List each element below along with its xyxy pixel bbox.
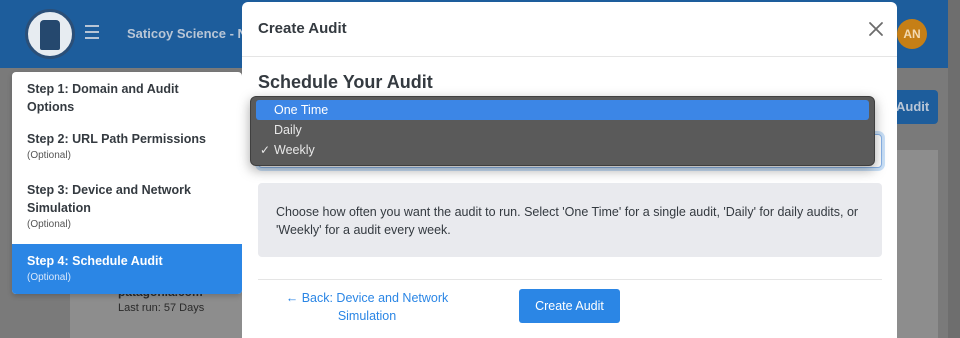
app-title: Saticoy Science - N <box>127 26 247 41</box>
scrollbar[interactable] <box>948 0 960 338</box>
option-one-time-label: One Time <box>274 103 329 117</box>
close-icon[interactable] <box>866 19 886 39</box>
step-1-title: Step 1: Domain and Audit Options <box>27 82 179 114</box>
step-2-optional: (Optional) <box>27 150 71 161</box>
option-one-time[interactable]: One Time <box>256 100 869 120</box>
step-3[interactable]: Step 3: Device and Network Simulation (O… <box>12 181 242 243</box>
option-daily-label: Daily <box>274 123 302 137</box>
audit-card-last-run: Last run: 57 Days <box>118 302 205 314</box>
create-audit-button[interactable]: Create Audit <box>519 289 620 323</box>
option-daily[interactable]: Daily <box>256 120 869 140</box>
modal-title: Create Audit <box>258 20 347 37</box>
step-4-title: Step 4: Schedule Audit <box>27 254 163 268</box>
create-audit-modal: Create Audit Schedule Your Audit Choose … <box>242 2 897 338</box>
step-3-title: Step 3: Device and Network Simulation <box>27 183 191 215</box>
step-4[interactable]: Step 4: Schedule Audit (Optional) <box>12 244 242 294</box>
hamburger-menu-icon[interactable] <box>85 25 99 39</box>
schedule-info-box: Choose how often you want the audit to r… <box>258 183 882 257</box>
back-button[interactable]: ← Back: Device and Network Simulation <box>272 289 462 325</box>
option-weekly[interactable]: ✓ Weekly <box>256 140 869 160</box>
step-4-optional: (Optional) <box>27 272 71 283</box>
step-2-title: Step 2: URL Path Permissions <box>27 132 206 146</box>
divider <box>258 279 882 280</box>
step-1[interactable]: Step 1: Domain and Audit Options <box>12 78 242 126</box>
schedule-info-text: Choose how often you want the audit to r… <box>276 205 859 237</box>
option-weekly-label: Weekly <box>274 143 315 157</box>
avatar[interactable]: AN <box>897 19 927 49</box>
frequency-dropdown-menu: One Time Daily ✓ Weekly <box>250 96 875 166</box>
lighthouse-logo-icon <box>25 9 75 59</box>
step-3-optional: (Optional) <box>27 219 71 230</box>
step-2[interactable]: Step 2: URL Path Permissions (Optional) <box>12 130 242 172</box>
modal-header: Create Audit <box>242 2 897 57</box>
section-title: Schedule Your Audit <box>258 72 433 92</box>
steps-panel: Step 1: Domain and Audit Options Step 2:… <box>12 72 242 294</box>
checkmark-icon: ✓ <box>260 143 271 157</box>
